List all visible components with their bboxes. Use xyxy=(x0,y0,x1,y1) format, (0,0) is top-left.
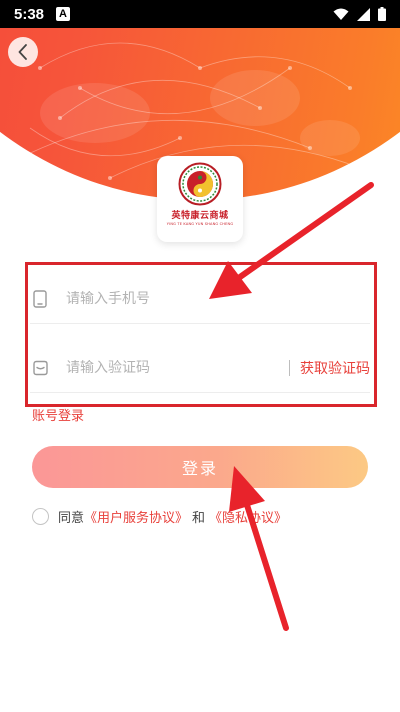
status-indicators xyxy=(333,7,386,21)
agree-prefix: 同意 xyxy=(58,510,85,526)
logo-name: 英特康云商城 xyxy=(171,211,229,221)
annotation-arrow-to-login xyxy=(229,466,289,631)
user-agreement-link[interactable]: 《用户服务协议》 xyxy=(84,507,188,526)
phone-input[interactable] xyxy=(66,290,370,307)
field-divider xyxy=(289,359,290,376)
agreement-row: 同意 《用户服务协议》 和 《隐私协议》 xyxy=(32,506,287,526)
agree-checkbox[interactable] xyxy=(32,507,49,525)
wifi-icon xyxy=(333,8,349,20)
signal-icon xyxy=(357,7,370,21)
status-bar: 5:38 A xyxy=(0,0,400,28)
back-button[interactable] xyxy=(8,37,38,67)
phone-field-row xyxy=(30,274,370,324)
privacy-agreement-link[interactable]: 《隐私协议》 xyxy=(209,507,287,526)
phone-icon xyxy=(30,289,50,309)
status-time: 5:38 xyxy=(14,5,45,23)
code-field-row: 获取验证码 xyxy=(30,343,370,393)
logo-emblem-icon xyxy=(178,162,222,206)
get-code-button[interactable]: 获取验证码 xyxy=(300,358,370,378)
notification-a-icon: A xyxy=(56,7,71,21)
agree-and: 和 xyxy=(192,510,206,526)
account-login-link[interactable]: 账号登录 xyxy=(32,405,84,424)
logo-subtitle: YING TE KANG YUN SHANG CHENG xyxy=(166,222,234,226)
code-input[interactable] xyxy=(66,359,289,376)
chevron-left-icon xyxy=(18,44,27,60)
login-button[interactable]: 登录 xyxy=(32,446,368,488)
battery-icon xyxy=(378,7,386,21)
app-logo: 英特康云商城 YING TE KANG YUN SHANG CHENG xyxy=(157,156,243,242)
shield-code-icon xyxy=(30,358,50,378)
login-screen: 5:38 A 英特康云商城 YING TE KANG YUN SHANG CHE… xyxy=(0,0,400,712)
